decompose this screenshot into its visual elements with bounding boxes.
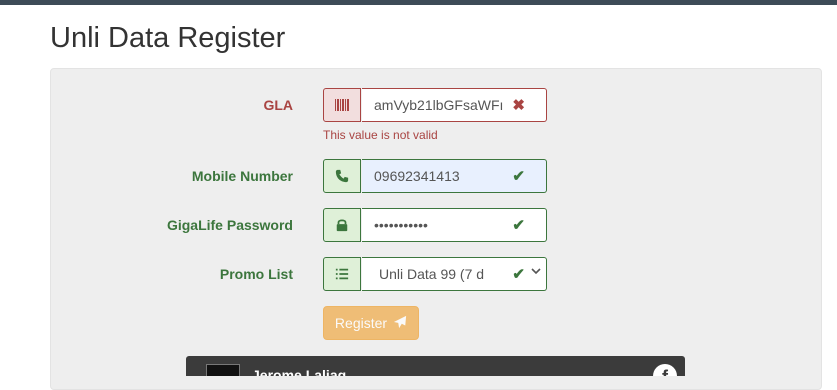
password-input-group: ••••••••••• ✔ bbox=[323, 208, 547, 242]
facebook-icon: f bbox=[653, 364, 677, 376]
mobile-label: Mobile Number bbox=[191, 168, 293, 184]
valid-check-icon: ✔ bbox=[512, 266, 525, 283]
valid-check-icon: ✔ bbox=[512, 168, 525, 185]
facebook-video-embed[interactable]: Jerome Laliag f bbox=[186, 356, 685, 376]
promo-label: Promo List bbox=[219, 266, 293, 282]
top-bar bbox=[0, 0, 837, 5]
gla-input-group: amVyb21lbGFsaWFı ✖ bbox=[323, 88, 547, 122]
mobile-input-group: 09692341413 ✔ bbox=[323, 159, 547, 193]
avatar bbox=[206, 364, 240, 376]
chevron-down-icon bbox=[531, 266, 541, 279]
password-label: GigaLife Password bbox=[166, 217, 293, 233]
paper-plane-icon bbox=[393, 315, 407, 332]
page-title: Unli Data Register bbox=[50, 22, 286, 54]
promo-select-group: Unli Data 99 (7 d ✔ bbox=[323, 257, 547, 291]
register-button-label: Register bbox=[334, 315, 388, 331]
list-icon bbox=[323, 257, 361, 291]
gla-label: GLA bbox=[263, 97, 293, 113]
valid-check-icon: ✔ bbox=[512, 217, 525, 234]
register-button[interactable]: Register bbox=[323, 306, 419, 340]
invalid-x-icon: ✖ bbox=[512, 97, 525, 114]
gla-error-message: This value is not valid bbox=[323, 128, 438, 142]
phone-icon bbox=[323, 159, 361, 193]
lock-icon bbox=[323, 208, 361, 242]
facebook-profile-name[interactable]: Jerome Laliag bbox=[252, 367, 346, 376]
barcode-icon bbox=[323, 88, 361, 122]
